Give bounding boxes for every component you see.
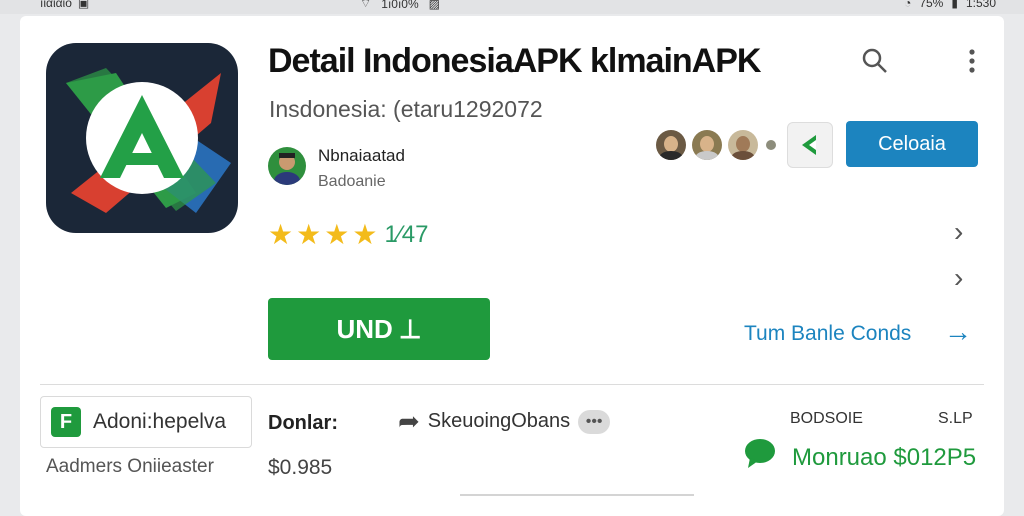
battery-text: 7̃5% <box>919 0 944 10</box>
notification-text: ıιαιαιο <box>40 0 72 10</box>
alarm-icon: ◔ <box>904 0 912 10</box>
install-button[interactable]: UND ⊥ <box>268 298 490 360</box>
info-heading-1: BODSOIE <box>790 410 863 427</box>
status-bar: ıιαιαιο ▣ ⌔ 1ı0ı0% ▨ ◔ 7̃5% ▮ 1:530 <box>0 0 1024 14</box>
developer-avatar[interactable] <box>268 147 306 185</box>
signal-text: 1ı0ı0% <box>381 0 419 11</box>
image-icon: ▨ <box>428 0 440 11</box>
section-divider <box>40 384 984 385</box>
star-icon: ★ <box>268 219 294 250</box>
play-icon <box>802 135 816 155</box>
star-icon: ★ <box>324 219 350 250</box>
install-label: UND <box>336 313 393 344</box>
category-icon: F <box>51 407 81 437</box>
reviewer-avatar <box>692 130 722 160</box>
developer-label: Donlar: <box>268 412 338 434</box>
more-avatars-dot <box>766 140 776 150</box>
category-chip[interactable]: F Adoni:hepelva <box>40 396 252 448</box>
battery-icon: ▮ <box>951 0 958 10</box>
terms-link[interactable]: Tum Banle Conds <box>744 322 911 346</box>
app-logo-icon <box>46 43 238 233</box>
developer-subtitle: Badoanie <box>318 173 386 190</box>
share-label: SkeuoingObans <box>427 410 571 432</box>
notification-icon: ▣ <box>77 0 90 10</box>
category-label: Adoni:hepelva <box>93 410 227 433</box>
status-right: ◔ 7̃5% ▮ 1:530 <box>904 0 996 10</box>
search-icon <box>862 48 887 73</box>
developer-name[interactable]: Nbnaiaatad <box>318 146 405 166</box>
star-icon: ★ <box>296 219 322 250</box>
info-heading-2: S.LP <box>938 410 973 427</box>
search-button[interactable] <box>860 46 890 76</box>
price-value: $0.985 <box>268 456 333 479</box>
rating: ★ ★ ★ ★ 1⁄47 <box>268 221 429 249</box>
status-left: ıιαιαιο ▣ <box>40 0 89 10</box>
primary-action-button[interactable]: Celoaia <box>846 121 978 167</box>
more-horiz-button[interactable]: ••• <box>578 409 611 434</box>
play-button[interactable] <box>787 122 833 168</box>
status-mid: ⌔ 1ı0ı0% ▨ <box>360 0 440 11</box>
rating-value: 1⁄47 <box>384 221 429 248</box>
star-icon: ★ <box>352 219 378 250</box>
reviewer-avatar <box>728 130 758 160</box>
reviewer-avatar <box>656 130 686 160</box>
chevron-right-icon[interactable]: › <box>954 264 974 292</box>
app-subtitle: Insdonesia: (etaru1292072 <box>269 96 543 122</box>
chat-icon[interactable] <box>742 436 778 472</box>
price-info: Monruao $012P5 <box>792 444 977 471</box>
more-options-button[interactable] <box>960 46 984 76</box>
reviewer-avatars <box>656 130 776 160</box>
clock: 1:530 <box>965 0 996 10</box>
footer-text: Aadmers Oniieaster <box>46 456 214 477</box>
chevron-right-icon[interactable]: › <box>954 218 974 246</box>
scroll-indicator <box>460 494 694 496</box>
more-vert-icon <box>969 49 975 73</box>
wifi-icon: ⌔ <box>360 0 372 10</box>
arrow-right-icon[interactable]: → <box>944 316 972 348</box>
app-title: Detail IndonesiaAPK klmainAPK <box>268 42 761 80</box>
app-detail-card: Detail IndonesiaAPK klmainAPK Insdonesia… <box>20 16 1004 516</box>
share-icon: ➦ <box>398 406 420 436</box>
download-icon: ⊥ <box>398 313 422 344</box>
share-row[interactable]: ➦ SkeuoingObans ••• <box>398 406 611 437</box>
